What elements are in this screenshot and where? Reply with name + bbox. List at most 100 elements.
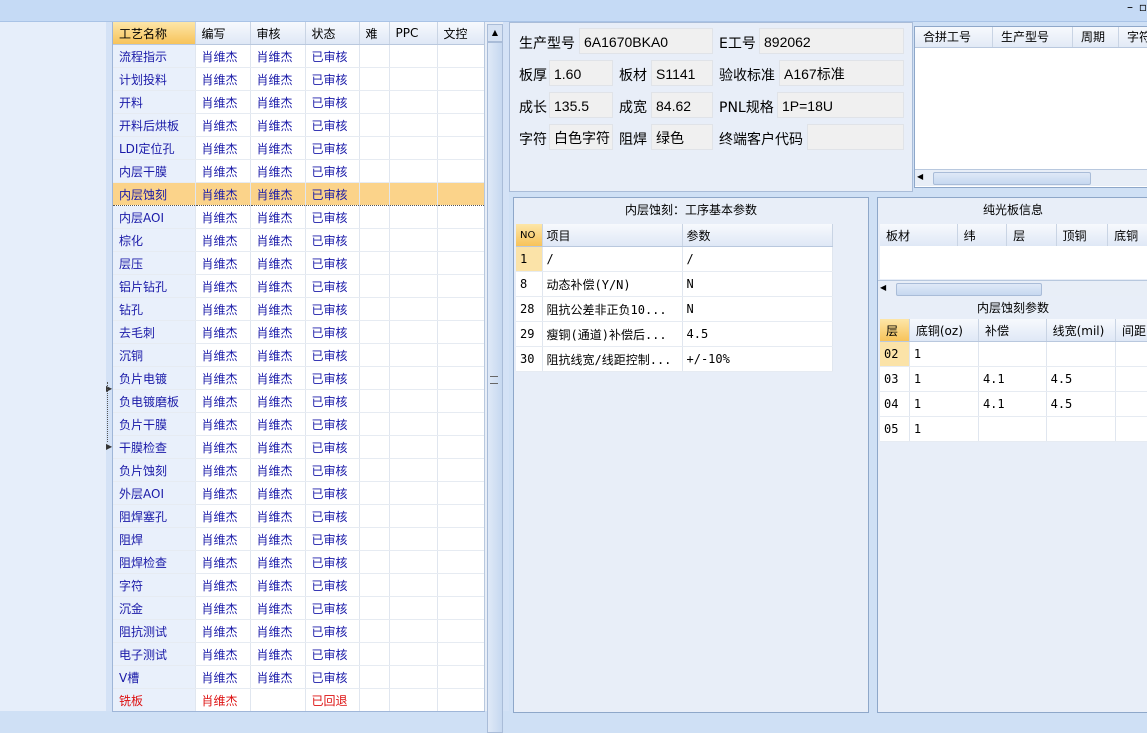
col-header-model[interactable]: 生产型号	[993, 27, 1073, 47]
process-row[interactable]: 沉铜 肖维杰 肖维杰 已审核	[113, 343, 484, 367]
col-header-layer[interactable]: 层	[1006, 224, 1057, 247]
col-header-compensation[interactable]: 补偿	[978, 319, 1047, 342]
etch-row[interactable]: 02 1	[880, 341, 1147, 367]
bare-board-hscroll[interactable]: ◀	[878, 280, 1147, 297]
process-row[interactable]: 钻孔 肖维杰 肖维杰 已审核	[113, 297, 484, 321]
width-field[interactable]: 84.62	[651, 92, 713, 118]
params-table[interactable]: NO 项目 参数 1//8 动态补偿(Y/N) N 28 阻抗公差非正负10... N 29…	[516, 224, 833, 372]
process-row[interactable]: 内层AOI 肖维杰 肖维杰 已审核	[113, 205, 484, 229]
process-row[interactable]: 内层蚀刻 肖维杰 肖维杰 已审核	[113, 182, 484, 206]
process-row[interactable]: 去毛刺 肖维杰 肖维杰 已审核	[113, 320, 484, 344]
params-row[interactable]: 1//	[516, 246, 833, 272]
process-row[interactable]: 沉金 肖维杰 肖维杰 已审核	[113, 596, 484, 620]
col-header-author[interactable]: 编写	[195, 22, 251, 45]
process-row[interactable]: 负片蚀刻 肖维杰 肖维杰 已审核	[113, 458, 484, 482]
minimize-icon[interactable]: –	[1127, 0, 1133, 14]
params-row[interactable]: 30 阻抗线宽/线距控制... +/-10%	[516, 346, 833, 372]
thickness-field[interactable]: 1.60	[549, 60, 613, 86]
process-row[interactable]: 阻焊 肖维杰 肖维杰 已审核	[113, 527, 484, 551]
process-row[interactable]: 铣板 肖维杰 已回退	[113, 688, 484, 711]
merge-table-hscroll[interactable]: ◀	[915, 169, 1147, 186]
process-name-cell: 阻抗测试	[113, 619, 196, 643]
col-header-weft[interactable]: 纬	[957, 224, 1008, 247]
etch-row[interactable]: 04 1 4.1 4.5	[880, 391, 1147, 417]
scroll-left-icon[interactable]: ◀	[880, 283, 886, 292]
model-field[interactable]: 6A1670BKA0	[579, 28, 713, 54]
col-header-process-name[interactable]: 工艺名称	[113, 22, 196, 45]
author-cell: 肖维杰	[195, 113, 251, 137]
col-header-merge-no[interactable]: 合拼工号	[915, 27, 993, 47]
e-no-field[interactable]: 892062	[759, 28, 904, 54]
process-row[interactable]: 字符 肖维杰 肖维杰 已审核	[113, 573, 484, 597]
material-field[interactable]: S1141	[651, 60, 713, 86]
col-header-difficulty[interactable]: 难	[359, 22, 390, 45]
length-field[interactable]: 135.5	[549, 92, 613, 118]
scroll-thumb[interactable]	[487, 42, 503, 733]
process-row[interactable]: 电子测试 肖维杰 肖维杰 已审核	[113, 642, 484, 666]
etch-row[interactable]: 03 1 4.1 4.5	[880, 366, 1147, 392]
scroll-left-icon[interactable]: ◀	[917, 172, 923, 181]
bare-board-body[interactable]	[880, 246, 1147, 279]
col-header-cycle[interactable]: 周期	[1073, 27, 1119, 47]
col-header-bottom-copper[interactable]: 底铜	[1107, 224, 1147, 247]
process-row[interactable]: 棕化 肖维杰 肖维杰 已审核	[113, 228, 484, 252]
col-header-layer[interactable]: 层	[880, 319, 910, 342]
process-row[interactable]: 负电镀磨板 肖维杰 肖维杰 已审核	[113, 389, 484, 413]
merge-table[interactable]: 合拼工号 生产型号 周期 字符 ◀	[914, 26, 1147, 188]
author-cell: 肖维杰	[195, 67, 251, 91]
col-header-top-copper[interactable]: 顶铜	[1056, 224, 1109, 247]
bare-board-table[interactable]: 板材 纬 层 顶铜 底铜	[880, 224, 1147, 247]
process-row[interactable]: 层压 肖维杰 肖维杰 已审核	[113, 251, 484, 275]
col-header-char[interactable]: 字符	[1119, 27, 1147, 47]
navigation-panel[interactable]	[0, 22, 107, 711]
params-row[interactable]: 29 瘦铜(通道)补偿后... 4.5	[516, 321, 833, 347]
process-row[interactable]: 干膜检查 肖维杰 肖维杰 已审核	[113, 435, 484, 459]
col-header-doc-control[interactable]: 文控	[437, 22, 484, 45]
process-row[interactable]: 流程指示 肖维杰 肖维杰 已审核	[113, 44, 484, 68]
process-row[interactable]: 开料 肖维杰 肖维杰 已审核	[113, 90, 484, 114]
empty-cell	[359, 550, 390, 574]
empty-cell	[359, 642, 390, 666]
process-row[interactable]: V槽 肖维杰 肖维杰 已审核	[113, 665, 484, 689]
col-header-status[interactable]: 状态	[305, 22, 360, 45]
scroll-thumb[interactable]	[896, 283, 1042, 296]
restore-icon[interactable]: ▫	[1139, 0, 1147, 14]
customer-field[interactable]	[807, 124, 904, 150]
pnl-field[interactable]: 1P=18U	[777, 92, 904, 118]
empty-cell	[389, 44, 438, 68]
etch-row[interactable]: 05 1	[880, 416, 1147, 442]
etch-params-table[interactable]: 层 底铜(oz) 补偿 线宽(mil) 间距 02 1 03 1 4.1 4.5 04 1 4.…	[880, 319, 1147, 442]
standard-field[interactable]: A167标准	[779, 60, 904, 86]
reviewer-cell: 肖维杰	[250, 573, 306, 597]
process-row[interactable]: 负片电镀 肖维杰 肖维杰 已审核	[113, 366, 484, 390]
process-row[interactable]: 计划投料 肖维杰 肖维杰 已审核	[113, 67, 484, 91]
process-row[interactable]: 阻抗测试 肖维杰 肖维杰 已审核	[113, 619, 484, 643]
col-header-ppc[interactable]: PPC	[389, 22, 438, 45]
process-list-scrollbar[interactable]: ▲	[484, 22, 503, 733]
col-header-reviewer[interactable]: 审核	[250, 22, 306, 45]
process-row[interactable]: 外层AOI 肖维杰 肖维杰 已审核	[113, 481, 484, 505]
process-row[interactable]: LDI定位孔 肖维杰 肖维杰 已审核	[113, 136, 484, 160]
col-header-param[interactable]: 参数	[682, 224, 833, 247]
col-header-line-width[interactable]: 线宽(mil)	[1046, 319, 1116, 342]
scroll-up-icon[interactable]: ▲	[487, 24, 503, 42]
process-row[interactable]: 阻焊检查 肖维杰 肖维杰 已审核	[113, 550, 484, 574]
col-header-base-copper[interactable]: 底铜(oz)	[909, 319, 979, 342]
process-row[interactable]: 负片干膜 肖维杰 肖维杰 已审核	[113, 412, 484, 436]
empty-cell	[437, 251, 484, 275]
process-row[interactable]: 开料后烘板 肖维杰 肖维杰 已审核	[113, 113, 484, 137]
process-row[interactable]: 铝片钻孔 肖维杰 肖维杰 已审核	[113, 274, 484, 298]
char-field[interactable]: 白色字符	[549, 124, 613, 150]
params-row[interactable]: 8 动态补偿(Y/N) N	[516, 271, 833, 297]
scroll-thumb[interactable]	[933, 172, 1091, 185]
col-header-no[interactable]: NO	[516, 224, 543, 247]
col-header-item[interactable]: 项目	[542, 224, 683, 247]
params-row[interactable]: 28 阻抗公差非正负10... N	[516, 296, 833, 322]
process-name-cell: V槽	[113, 665, 196, 689]
process-list[interactable]: 工艺名称 编写 审核 状态 难 PPC 文控 流程指示 肖维杰 肖维杰 已审核 计划投料…	[112, 22, 485, 712]
col-header-spacing[interactable]: 间距	[1115, 319, 1147, 342]
col-header-material[interactable]: 板材	[880, 224, 958, 247]
process-row[interactable]: 阻焊塞孔 肖维杰 肖维杰 已审核	[113, 504, 484, 528]
process-row[interactable]: 内层干膜 肖维杰 肖维杰 已审核	[113, 159, 484, 183]
mask-field[interactable]: 绿色	[651, 124, 713, 150]
